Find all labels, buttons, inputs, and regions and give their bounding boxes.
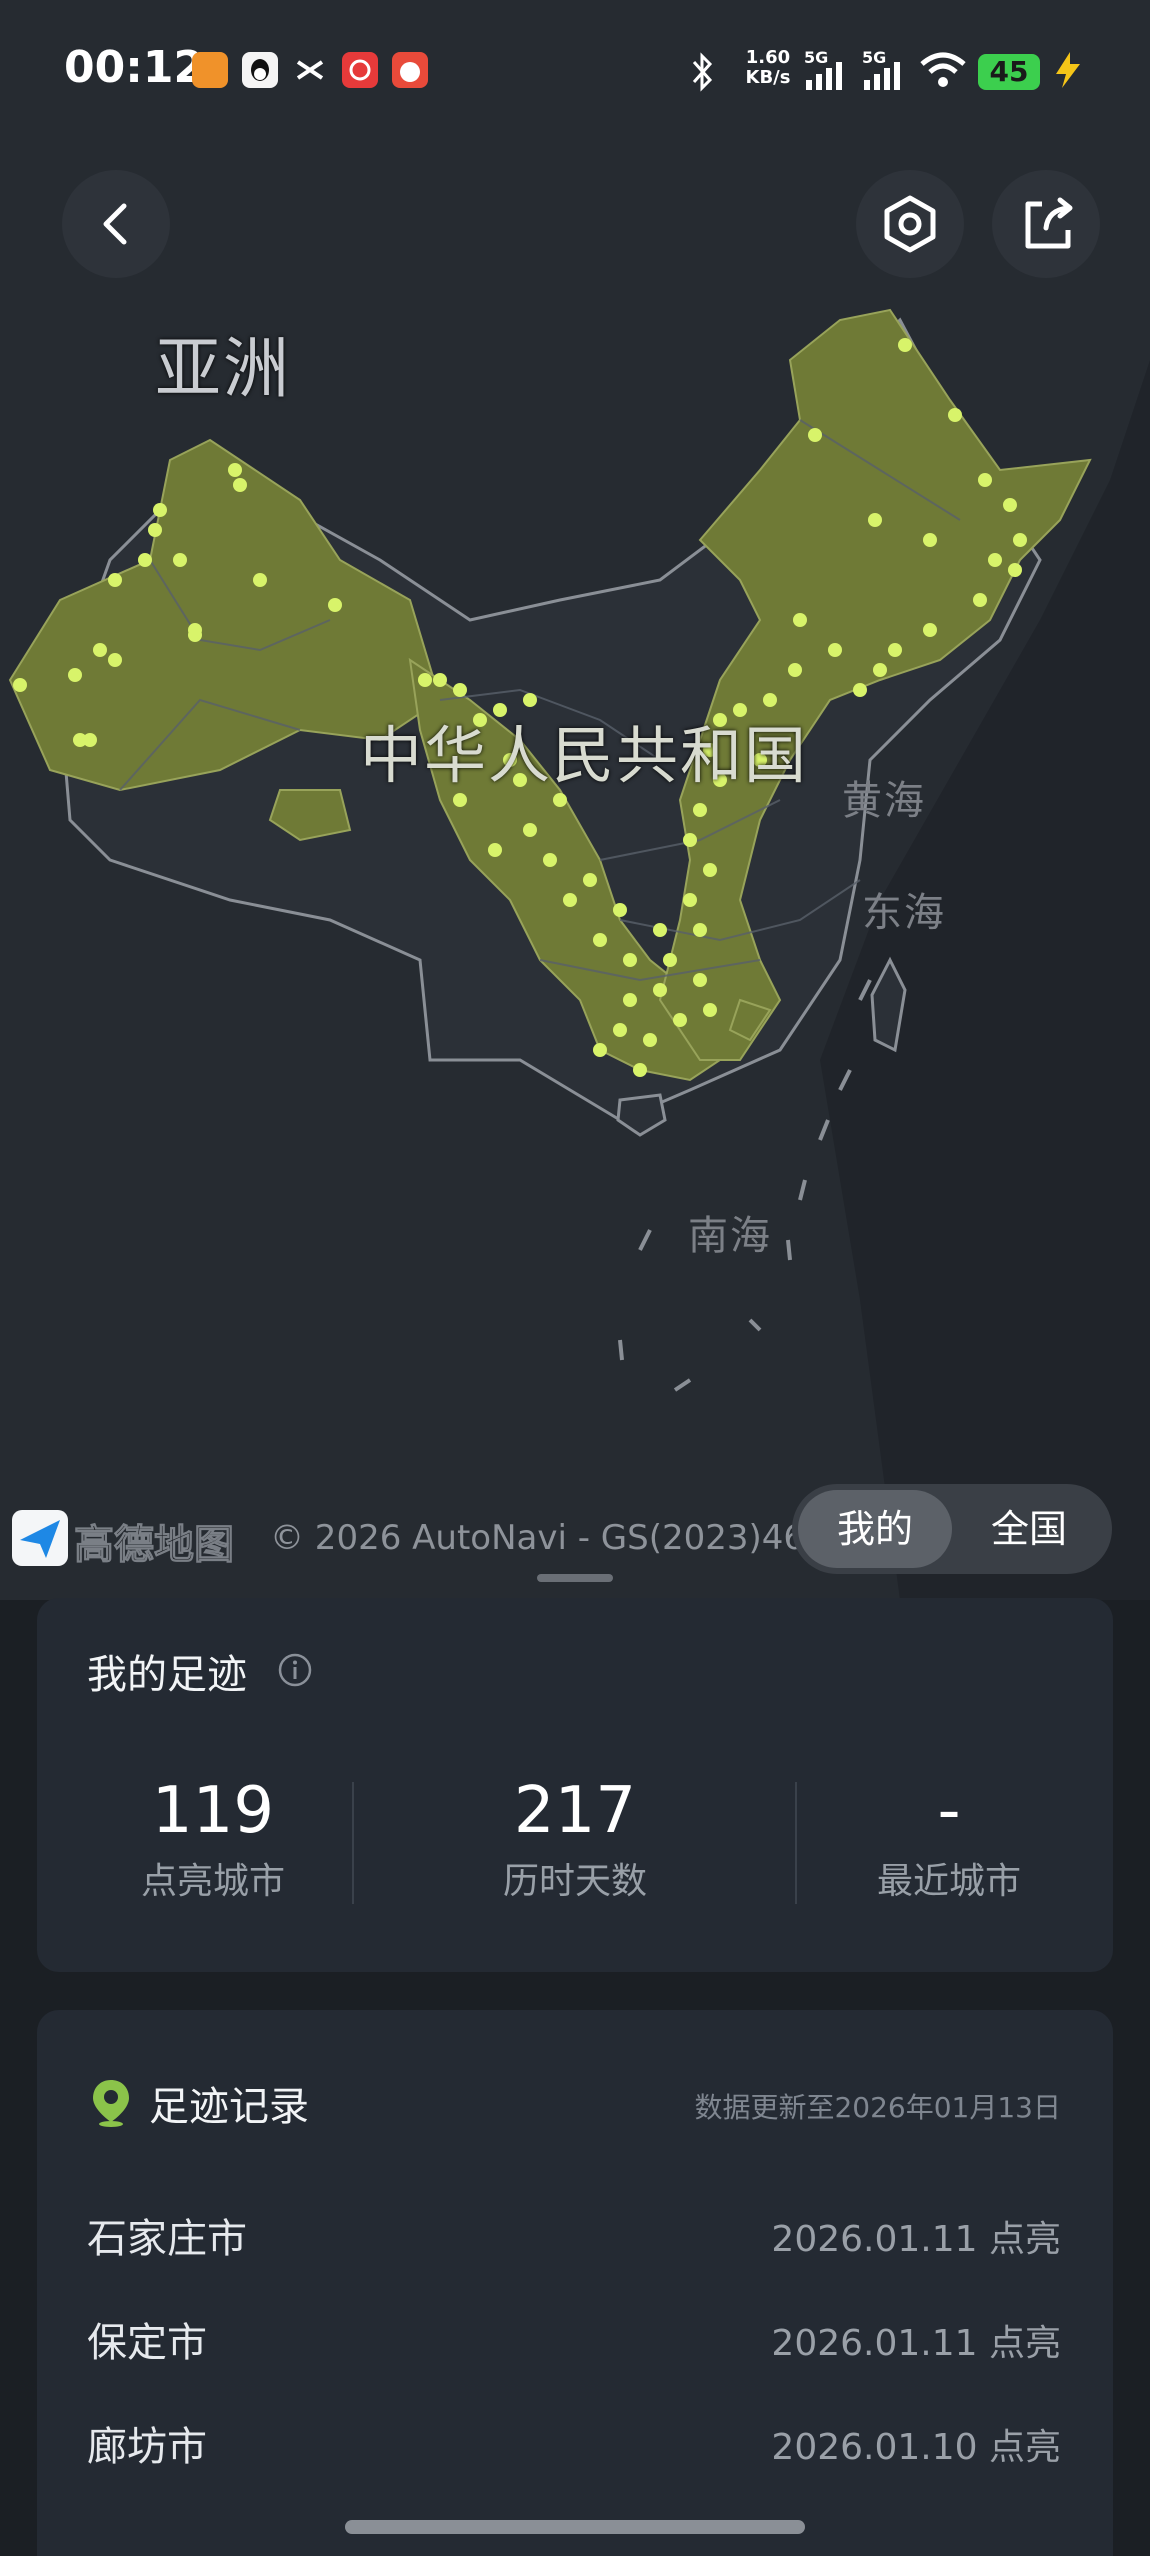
stat-recent-city: - 最近城市: [799, 1776, 1099, 1904]
sheet-drag-handle[interactable]: [537, 1574, 613, 1582]
stat-divider: [352, 1782, 354, 1904]
stat-value: 119: [151, 1774, 275, 1848]
records-updated: 数据更新至2026年01月13日: [694, 2091, 1061, 2124]
qq-icon: [242, 52, 278, 88]
bluetooth-icon: [692, 52, 713, 92]
status-time: 00:12: [64, 42, 205, 93]
app-notification-icon: [192, 52, 228, 88]
record-city: 保定市: [87, 2320, 207, 2366]
signal-icon: [806, 62, 842, 90]
map-label-east-sea: 东海: [862, 890, 946, 936]
stat-label: 最近城市: [876, 1861, 1021, 1902]
scissors-icon: [292, 52, 328, 88]
stat-label: 点亮城市: [140, 1861, 285, 1902]
stat-divider: [795, 1782, 797, 1904]
record-city: 廊坊市: [87, 2424, 207, 2470]
map-label-china: 中华人民共和国: [360, 719, 809, 792]
map-label-asia: 亚洲: [155, 330, 291, 407]
location-pin-icon: [93, 2080, 129, 2127]
back-button[interactable]: [62, 170, 170, 278]
charging-icon: [1056, 52, 1080, 88]
footprint-summary-card: 我的足迹 119 点亮城市 217 历时天数 - 最近城市: [37, 1598, 1113, 1972]
map-copyright: © 2026 AutoNavi - GS(2023)467: [270, 1518, 827, 1558]
info-icon[interactable]: [277, 1652, 313, 1688]
record-date: 2026.01.11 点亮: [771, 2323, 1061, 2364]
settings-button[interactable]: [856, 170, 964, 278]
stat-value: 217: [513, 1774, 637, 1848]
map-label-yellow-sea: 黄海: [842, 778, 926, 824]
share-icon: [1025, 197, 1073, 249]
stat-days: 217 历时天数: [425, 1776, 725, 1904]
red-app-icon: [392, 52, 428, 88]
record-date: 2026.01.10 点亮: [771, 2427, 1061, 2468]
scope-toggle[interactable]: 我的 全国: [792, 1484, 1112, 1574]
record-row[interactable]: 廊坊市 2026.01.10 点亮: [87, 2414, 1061, 2474]
toggle-mine[interactable]: 我的: [798, 1490, 952, 1568]
share-button[interactable]: [992, 170, 1100, 278]
summary-title: 我的足迹: [87, 1652, 247, 1698]
amap-logo: [12, 1510, 68, 1566]
record-row[interactable]: 石家庄市 2026.01.11 点亮: [87, 2206, 1061, 2266]
footprint-map[interactable]: 亚洲 中华人民共和国 黄海 东海 南海: [0, 0, 1150, 1600]
battery-level: 45: [978, 54, 1040, 90]
footprint-records-card: 足迹记录 数据更新至2026年01月13日 石家庄市 2026.01.11 点亮…: [37, 2010, 1113, 2556]
map-canvas: [0, 0, 1150, 1600]
netease-music-icon: [342, 52, 378, 88]
footprint-page: 亚洲 中华人民共和国 黄海 东海 南海 00:12 1.60 KB/s 5G 5…: [0, 0, 1150, 2556]
record-row[interactable]: 保定市 2026.01.11 点亮: [87, 2310, 1061, 2370]
amap-brand: 高德地图: [74, 1522, 235, 1569]
network-speed: 1.60 KB/s: [745, 47, 791, 88]
records-title: 足迹记录: [149, 2084, 309, 2130]
record-date: 2026.01.11 点亮: [771, 2219, 1061, 2260]
toggle-national[interactable]: 全国: [952, 1490, 1106, 1568]
status-bar: 00:12 1.60 KB/s 5G 5G 45: [0, 0, 1150, 140]
hexagon-settings-icon: [884, 195, 936, 253]
stat-label: 历时天数: [502, 1861, 647, 1902]
home-indicator[interactable]: [345, 2520, 805, 2534]
chevron-left-icon: [103, 203, 127, 245]
stat-lit-cities: 119 点亮城市: [63, 1776, 363, 1904]
signal-icon: [864, 62, 900, 90]
wifi-icon: [920, 52, 966, 87]
record-city: 石家庄市: [87, 2216, 247, 2262]
stat-value: -: [937, 1774, 961, 1848]
map-label-south-sea: 南海: [688, 1213, 772, 1259]
